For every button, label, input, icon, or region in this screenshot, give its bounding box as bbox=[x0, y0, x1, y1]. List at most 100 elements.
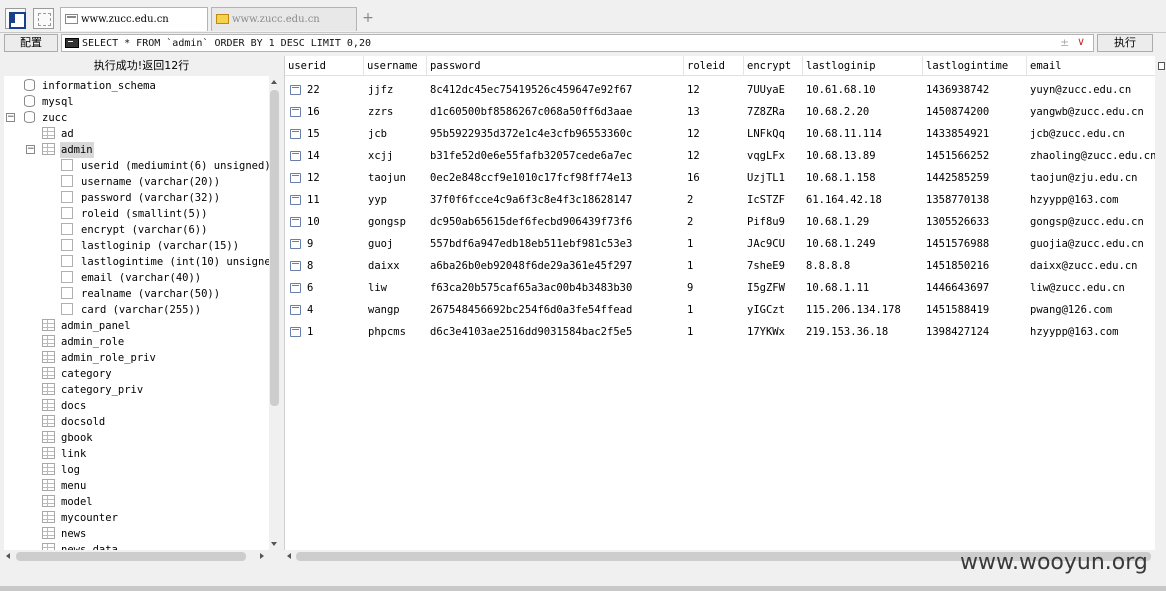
tree-column[interactable]: realname (varchar(50)) bbox=[61, 286, 221, 302]
tree-column[interactable]: encrypt (varchar(6)) bbox=[61, 222, 208, 238]
cell-lastloginip: 10.68.1.11 bbox=[806, 282, 870, 294]
tree-table[interactable]: docsold bbox=[42, 414, 106, 430]
tree-table[interactable]: log bbox=[42, 462, 81, 478]
scroll-up-icon[interactable] bbox=[271, 80, 277, 84]
tree-table[interactable]: mycounter bbox=[42, 510, 119, 526]
tree-database[interactable]: zucc bbox=[24, 110, 68, 126]
cell-lastloginip: 10.68.1.249 bbox=[806, 238, 876, 250]
scroll-right-icon[interactable] bbox=[260, 553, 264, 559]
cell-roleid: 1 bbox=[687, 238, 694, 250]
column-icon bbox=[61, 191, 73, 203]
table-row[interactable]: 11 yyp 37f0f6fcce4c9a6f3c8e4f3c18628147 2 Ic… bbox=[285, 189, 1155, 211]
tree-database[interactable]: information_schema bbox=[24, 78, 157, 94]
tab-bar: www.zucc.edu.cn www.zucc.edu.cn + bbox=[0, 0, 1166, 33]
tree-node-label: information_schema bbox=[42, 80, 156, 92]
table-row[interactable]: 12 taojun 0ec2e848ccf9e1010c17fcf98ff74e13… bbox=[285, 167, 1155, 189]
tree-table[interactable]: admin_panel bbox=[42, 318, 132, 334]
tab-label: www.zucc.edu.cn bbox=[81, 14, 169, 25]
table-icon bbox=[42, 447, 55, 459]
grid-vertical-scrollbar[interactable] bbox=[1155, 56, 1166, 550]
tree-table[interactable]: admin_role bbox=[42, 334, 125, 350]
tree-table[interactable]: category bbox=[42, 366, 113, 382]
table-icon bbox=[42, 479, 55, 491]
cell-userid: 6 bbox=[307, 282, 314, 294]
column-header-lastlogintime[interactable]: lastlogintime bbox=[923, 56, 1027, 76]
table-icon bbox=[42, 495, 55, 507]
execute-button[interactable]: 执行 bbox=[1097, 34, 1153, 52]
table-row[interactable]: 8 daixx a6ba26b0eb92048f6de29a361e45f297 1 7… bbox=[285, 255, 1155, 277]
scroll-left-icon[interactable] bbox=[287, 553, 291, 559]
plus-minus-icon[interactable]: ± bbox=[1060, 36, 1069, 49]
column-header-email[interactable]: email bbox=[1027, 56, 1155, 76]
tree-column[interactable]: password (varchar(32)) bbox=[61, 190, 221, 206]
tab-site-1[interactable]: www.zucc.edu.cn bbox=[60, 7, 208, 31]
cell-encrypt: Pif8u9 bbox=[747, 216, 785, 228]
column-header-lastloginip[interactable]: lastloginip bbox=[803, 56, 923, 76]
tree-column[interactable]: card (varchar(255)) bbox=[61, 302, 202, 318]
new-tab-icon[interactable]: + bbox=[362, 11, 374, 25]
tree-column[interactable]: roleid (smallint(5)) bbox=[61, 206, 208, 222]
scroll-left-icon[interactable] bbox=[6, 553, 10, 559]
row-record-icon bbox=[290, 305, 301, 315]
chevron-down-icon[interactable]: ∨ bbox=[1077, 35, 1085, 48]
tree-column[interactable]: userid (mediumint(6) unsigned) bbox=[61, 158, 269, 174]
table-row[interactable]: 1 phpcms d6c3e4103ae2516dd9031584bac2f5e5 1… bbox=[285, 321, 1155, 343]
config-button[interactable]: 配置 bbox=[4, 34, 58, 52]
tree-table[interactable]: ad bbox=[42, 126, 75, 142]
cell-encrypt: I5gZFW bbox=[747, 282, 785, 294]
scrollbar-thumb[interactable] bbox=[16, 552, 246, 561]
cell-password: f63ca20b575caf65a3ac00b4b3483b30 bbox=[430, 282, 633, 294]
table-row[interactable]: 16 zzrs d1c60500bf8586267c068a50ff6d3aae 13… bbox=[285, 101, 1155, 123]
scroll-down-icon[interactable] bbox=[271, 542, 277, 546]
tree-table[interactable]: news bbox=[42, 526, 87, 542]
table-row[interactable]: 10 gongsp dc950ab65615def6fecbd906439f73f6… bbox=[285, 211, 1155, 233]
column-header-password[interactable]: password bbox=[427, 56, 684, 76]
tree-table-selected[interactable]: admin bbox=[42, 142, 94, 158]
cell-email: guojia@zucc.edu.cn bbox=[1030, 238, 1144, 250]
table-row[interactable]: 14 xcjj b31fe52d0e6e55fafb32057cede6a7ec 12… bbox=[285, 145, 1155, 167]
table-row[interactable]: 22 jjfz 8c412dc45ec75419526c459647e92f67 12… bbox=[285, 79, 1155, 101]
table-row[interactable]: 15 jcb 95b5922935d372e1c4e3cfb96553360c 12 L… bbox=[285, 123, 1155, 145]
panel-toggle-button[interactable] bbox=[5, 8, 26, 29]
tree-column[interactable]: email (varchar(40)) bbox=[61, 270, 202, 286]
column-header-roleid[interactable]: roleid bbox=[684, 56, 744, 76]
scrollbar-thumb[interactable] bbox=[270, 90, 279, 406]
watermark: www.wooyun.org bbox=[960, 550, 1148, 575]
table-row[interactable]: 4 wangp 267548456692bc254f6d0a3fe54ffead 1 y… bbox=[285, 299, 1155, 321]
column-icon bbox=[61, 159, 73, 171]
tree-database[interactable]: mysql bbox=[24, 94, 75, 110]
tree-table[interactable]: link bbox=[42, 446, 87, 462]
column-icon bbox=[61, 271, 73, 283]
tree-column[interactable]: username (varchar(20)) bbox=[61, 174, 221, 190]
tree-table[interactable]: news_data bbox=[42, 542, 119, 550]
database-icon bbox=[24, 111, 35, 123]
table-row[interactable]: 6 liw f63ca20b575caf65a3ac00b4b3483b30 9 I5g… bbox=[285, 277, 1155, 299]
results-grid: userid username password roleid encrypt lastl… bbox=[284, 56, 1155, 550]
layout-toggle-button[interactable] bbox=[33, 8, 54, 29]
tree-column[interactable]: lastloginip (varchar(15)) bbox=[61, 238, 240, 254]
column-header-username[interactable]: username bbox=[364, 56, 427, 76]
tree-node-label: news_data bbox=[61, 544, 118, 550]
cell-password: d6c3e4103ae2516dd9031584bac2f5e5 bbox=[430, 326, 633, 338]
column-chooser-icon[interactable] bbox=[1158, 62, 1165, 70]
table-row[interactable]: 9 guoj 557bdf6a947edb18eb511ebf981c53e3 1 JA… bbox=[285, 233, 1155, 255]
tree-node-label: ad bbox=[61, 128, 74, 140]
collapse-icon[interactable]: − bbox=[26, 145, 35, 154]
column-header-userid[interactable]: userid bbox=[285, 56, 364, 76]
sql-input[interactable] bbox=[82, 35, 1052, 51]
cell-encrypt: 17YKWx bbox=[747, 326, 785, 338]
collapse-icon[interactable]: − bbox=[6, 113, 15, 122]
tree-vertical-scrollbar[interactable] bbox=[269, 78, 280, 548]
tree-table[interactable]: menu bbox=[42, 478, 87, 494]
tree-column[interactable]: lastlogintime (int(10) unsigned) bbox=[61, 254, 269, 270]
column-header-encrypt[interactable]: encrypt bbox=[744, 56, 803, 76]
tree-table[interactable]: docs bbox=[42, 398, 87, 414]
folder-icon bbox=[216, 14, 229, 24]
tree-node-label: lastloginip (varchar(15)) bbox=[81, 240, 240, 252]
tree-table[interactable]: category_priv bbox=[42, 382, 144, 398]
tree-table[interactable]: gbook bbox=[42, 430, 94, 446]
tab-site-2[interactable]: www.zucc.edu.cn bbox=[211, 7, 357, 31]
tree-table[interactable]: admin_role_priv bbox=[42, 350, 157, 366]
tree-horizontal-scrollbar[interactable] bbox=[4, 550, 266, 563]
tree-table[interactable]: model bbox=[42, 494, 94, 510]
